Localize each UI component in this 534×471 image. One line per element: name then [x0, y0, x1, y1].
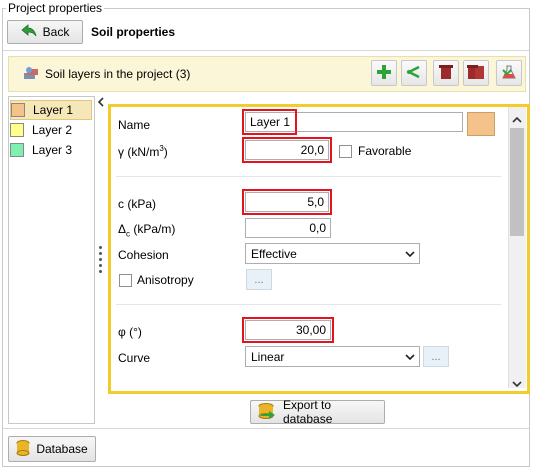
share-icon [406, 65, 422, 82]
grip-dot [99, 252, 102, 255]
friction-angle-label: φ (°) [118, 325, 142, 339]
cohesion-type-label: Cohesion [118, 248, 169, 262]
database-icon [16, 439, 30, 459]
layer-item-label: Layer 2 [32, 123, 73, 137]
scrollbar-thumb[interactable] [510, 128, 524, 236]
page-title: Soil properties [91, 25, 176, 39]
name-label: Name [118, 118, 151, 132]
database-label: Database [36, 442, 88, 456]
favorable-checkbox[interactable] [339, 145, 352, 158]
share-layer-button[interactable] [401, 60, 427, 86]
divider [3, 50, 529, 51]
curve-settings-button[interactable]: ... [423, 346, 449, 367]
export-label: Export to database [283, 398, 333, 426]
section-divider [116, 176, 501, 177]
cohesion-c-label: c (kPa) [118, 197, 157, 211]
toolbar-label: Soil layers in the project (3) [45, 67, 191, 81]
friction-angle-emphasis-box [242, 317, 334, 343]
layer-item-2[interactable]: Layer 2 [10, 120, 92, 140]
scroll-up-icon[interactable] [512, 112, 522, 126]
grip-dot [99, 270, 102, 273]
layer-1-color-swatch [11, 103, 25, 117]
layer-3-color-swatch [10, 143, 24, 157]
panel-splitter[interactable] [96, 96, 106, 424]
back-button[interactable]: Back [7, 20, 83, 44]
add-layer-button[interactable] [371, 60, 397, 86]
import-layer-button[interactable] [496, 60, 522, 86]
curve-label: Curve [118, 351, 151, 365]
add-icon [377, 64, 391, 82]
scroll-down-icon[interactable] [512, 376, 522, 390]
back-button-label: Back [42, 25, 70, 39]
database-button[interactable]: Database [8, 436, 96, 462]
chevron-down-icon [401, 347, 419, 366]
anisotropy-checkbox[interactable] [119, 274, 132, 287]
name-emphasis-box [242, 109, 297, 135]
divider [3, 428, 529, 429]
group-title: Project properties [6, 1, 105, 15]
grip-dot [99, 246, 102, 249]
delete-all-layers-button[interactable] [463, 60, 489, 86]
layer-item-3[interactable]: Layer 3 [10, 140, 92, 160]
grip-dot [99, 258, 102, 261]
collapse-chevron-icon [97, 96, 105, 110]
cohesion-type-select[interactable]: Effective [245, 243, 420, 264]
unit-weight-label: γ (kN/m3) [118, 144, 168, 159]
layer-color-picker[interactable] [467, 112, 495, 136]
layer-item-1[interactable]: Layer 1 [10, 100, 92, 120]
chevron-down-icon [401, 244, 419, 263]
layer-item-label: Layer 3 [32, 143, 73, 157]
anisotropy-settings-button[interactable]: ... [246, 269, 272, 290]
favorable-label: Favorable [358, 144, 412, 158]
curve-select[interactable]: Linear [245, 346, 420, 367]
anisotropy-label: Anisotropy [137, 273, 194, 287]
delete-layer-button[interactable] [433, 60, 459, 86]
cohesion-c-emphasis-box [242, 189, 332, 215]
soil-layers-icon [23, 66, 39, 83]
section-divider [116, 304, 501, 305]
export-to-database-button[interactable]: Export to database [250, 398, 385, 426]
cohesion-gradient-field[interactable]: 0,0 [245, 218, 331, 238]
import-icon [501, 64, 517, 83]
database-export-icon [257, 402, 277, 422]
layer-item-label: Layer 1 [33, 103, 74, 117]
back-arrow-icon [21, 23, 37, 41]
grip-dot [99, 264, 102, 267]
delete-all-icon [467, 64, 485, 83]
layer-2-color-swatch [10, 123, 24, 137]
delete-icon [439, 64, 453, 83]
cohesion-gradient-label: Δc (kPa/m) [118, 222, 176, 239]
unit-weight-emphasis-box [242, 137, 332, 163]
